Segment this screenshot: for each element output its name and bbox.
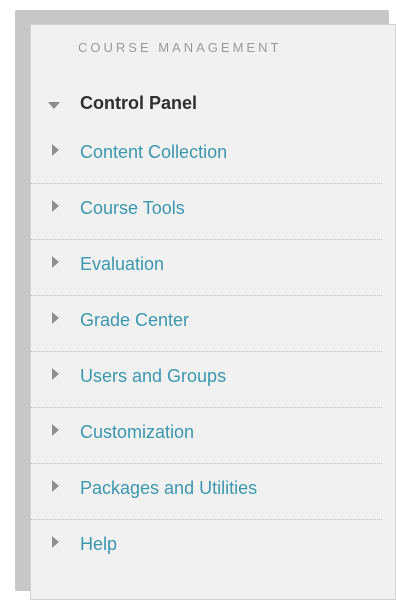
page: COURSE MANAGEMENT Control Panel Content … [0, 0, 396, 600]
menu-item-course-tools[interactable]: Course Tools [30, 184, 382, 240]
section-title: COURSE MANAGEMENT [78, 40, 282, 55]
menu-item-users-and-groups[interactable]: Users and Groups [30, 352, 382, 408]
triangle-right-icon[interactable] [52, 368, 59, 380]
triangle-right-icon[interactable] [52, 536, 59, 548]
control-panel-list: Content Collection Course Tools Evaluati… [30, 128, 382, 575]
menu-item-label[interactable]: Evaluation [80, 254, 164, 275]
triangle-right-icon[interactable] [52, 256, 59, 268]
triangle-right-icon[interactable] [52, 144, 59, 156]
control-panel-label[interactable]: Control Panel [80, 93, 197, 114]
menu-item-label[interactable]: Packages and Utilities [80, 478, 257, 499]
menu-item-label[interactable]: Grade Center [80, 310, 189, 331]
menu-item-label[interactable]: Course Tools [80, 198, 185, 219]
menu-item-label[interactable]: Customization [80, 422, 194, 443]
menu-item-content-collection[interactable]: Content Collection [30, 128, 382, 184]
menu-item-customization[interactable]: Customization [30, 408, 382, 464]
menu-item-packages-and-utilities[interactable]: Packages and Utilities [30, 464, 382, 520]
triangle-right-icon[interactable] [52, 200, 59, 212]
course-management-panel: COURSE MANAGEMENT Control Panel Content … [30, 24, 396, 600]
menu-item-label[interactable]: Help [80, 534, 117, 555]
triangle-down-icon[interactable] [48, 102, 60, 109]
menu-item-label[interactable]: Content Collection [80, 142, 227, 163]
menu-item-help[interactable]: Help [30, 520, 382, 575]
menu-item-evaluation[interactable]: Evaluation [30, 240, 382, 296]
control-panel-header[interactable]: Control Panel [30, 84, 382, 126]
triangle-right-icon[interactable] [52, 480, 59, 492]
menu-item-grade-center[interactable]: Grade Center [30, 296, 382, 352]
triangle-right-icon[interactable] [52, 424, 59, 436]
triangle-right-icon[interactable] [52, 312, 59, 324]
menu-item-label[interactable]: Users and Groups [80, 366, 226, 387]
